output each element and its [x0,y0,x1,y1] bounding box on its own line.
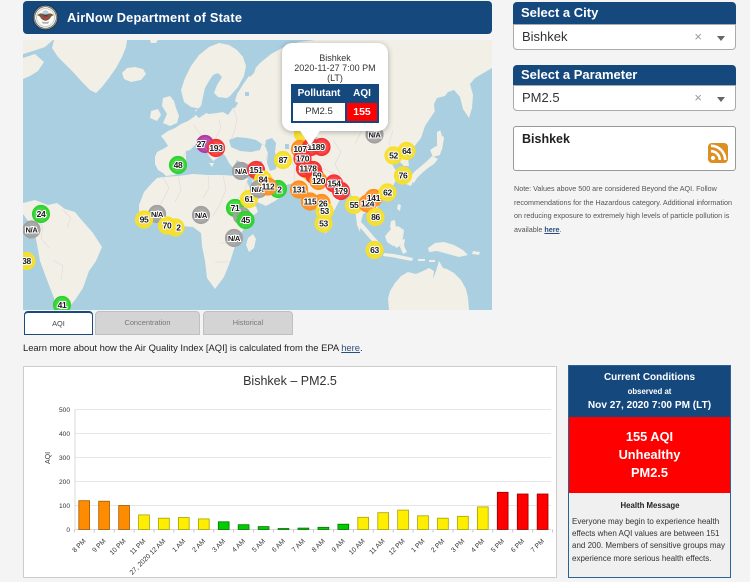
svg-text:86: 86 [371,212,380,222]
svg-text:115: 115 [304,197,317,207]
svg-text:6 PM: 6 PM [510,538,526,554]
svg-text:5 AM: 5 AM [251,538,267,554]
svg-text:87: 87 [279,155,288,165]
svg-text:5 PM: 5 PM [490,538,506,554]
svg-text:4 PM: 4 PM [470,538,486,554]
svg-text:4 AM: 4 AM [231,538,247,554]
svg-text:3 PM: 3 PM [450,538,466,554]
svg-text:7 PM: 7 PM [530,538,546,554]
svg-text:193: 193 [209,143,223,153]
svg-text:48: 48 [174,160,183,170]
svg-text:500: 500 [59,407,70,414]
svg-text:151: 151 [249,165,263,175]
svg-text:N/A: N/A [235,167,248,176]
svg-text:62: 62 [383,188,392,198]
svg-text:11 PM: 11 PM [129,538,148,557]
svg-text:N/A: N/A [228,234,241,243]
svg-text:53: 53 [320,206,329,216]
svg-text:2 PM: 2 PM [430,538,446,554]
svg-text:400: 400 [59,431,70,438]
svg-text:61: 61 [245,194,254,204]
svg-text:2: 2 [176,223,181,233]
svg-text:38: 38 [23,256,31,266]
svg-text:70: 70 [163,221,172,231]
svg-text:11 AM: 11 AM [368,538,386,556]
svg-text:41: 41 [58,300,67,310]
svg-text:9 AM: 9 AM [331,538,347,554]
svg-text:3 AM: 3 AM [211,538,227,554]
svg-text:8 AM: 8 AM [311,538,327,554]
svg-text:N/A: N/A [368,131,381,140]
svg-text:76: 76 [399,171,408,181]
svg-text:45: 45 [241,215,250,225]
svg-text:95: 95 [140,215,149,225]
svg-text:52: 52 [389,151,398,161]
svg-text:Bishkek – PM2.5: Bishkek – PM2.5 [243,374,337,388]
svg-text:112: 112 [262,182,275,192]
svg-text:0: 0 [66,527,70,534]
svg-text:8 PM: 8 PM [71,538,87,554]
svg-text:1 AM: 1 AM [171,538,187,554]
svg-text:100: 100 [59,503,70,510]
svg-text:N/A: N/A [151,210,164,219]
svg-text:N/A: N/A [195,211,208,220]
svg-text:6 AM: 6 AM [271,538,287,554]
svg-text:53: 53 [319,219,328,229]
svg-text:7 AM: 7 AM [291,538,307,554]
svg-text:1 PM: 1 PM [410,538,426,554]
svg-text:10 PM: 10 PM [109,538,128,557]
svg-text:141: 141 [367,193,381,203]
svg-text:12 PM: 12 PM [388,538,407,557]
svg-text:2: 2 [277,185,282,195]
svg-text:AQI: AQI [45,452,52,464]
svg-text:200: 200 [59,479,70,486]
svg-text:9 PM: 9 PM [91,538,107,554]
svg-text:27: 27 [197,139,206,149]
svg-text:300: 300 [59,455,70,462]
svg-text:170: 170 [296,154,310,164]
svg-text:24: 24 [37,209,46,219]
svg-text:10 AM: 10 AM [348,538,367,557]
svg-text:63: 63 [370,245,379,255]
svg-text:64: 64 [402,146,411,156]
svg-text:2 AM: 2 AM [191,538,207,554]
svg-text:131: 131 [292,185,306,195]
svg-text:N/A: N/A [25,226,38,235]
svg-text:27, 2020 12 AM: 27, 2020 12 AM [129,538,168,577]
svg-text:55: 55 [350,200,359,210]
svg-text:71: 71 [231,203,240,213]
svg-text:179: 179 [334,186,348,196]
svg-text:120: 120 [312,176,326,186]
